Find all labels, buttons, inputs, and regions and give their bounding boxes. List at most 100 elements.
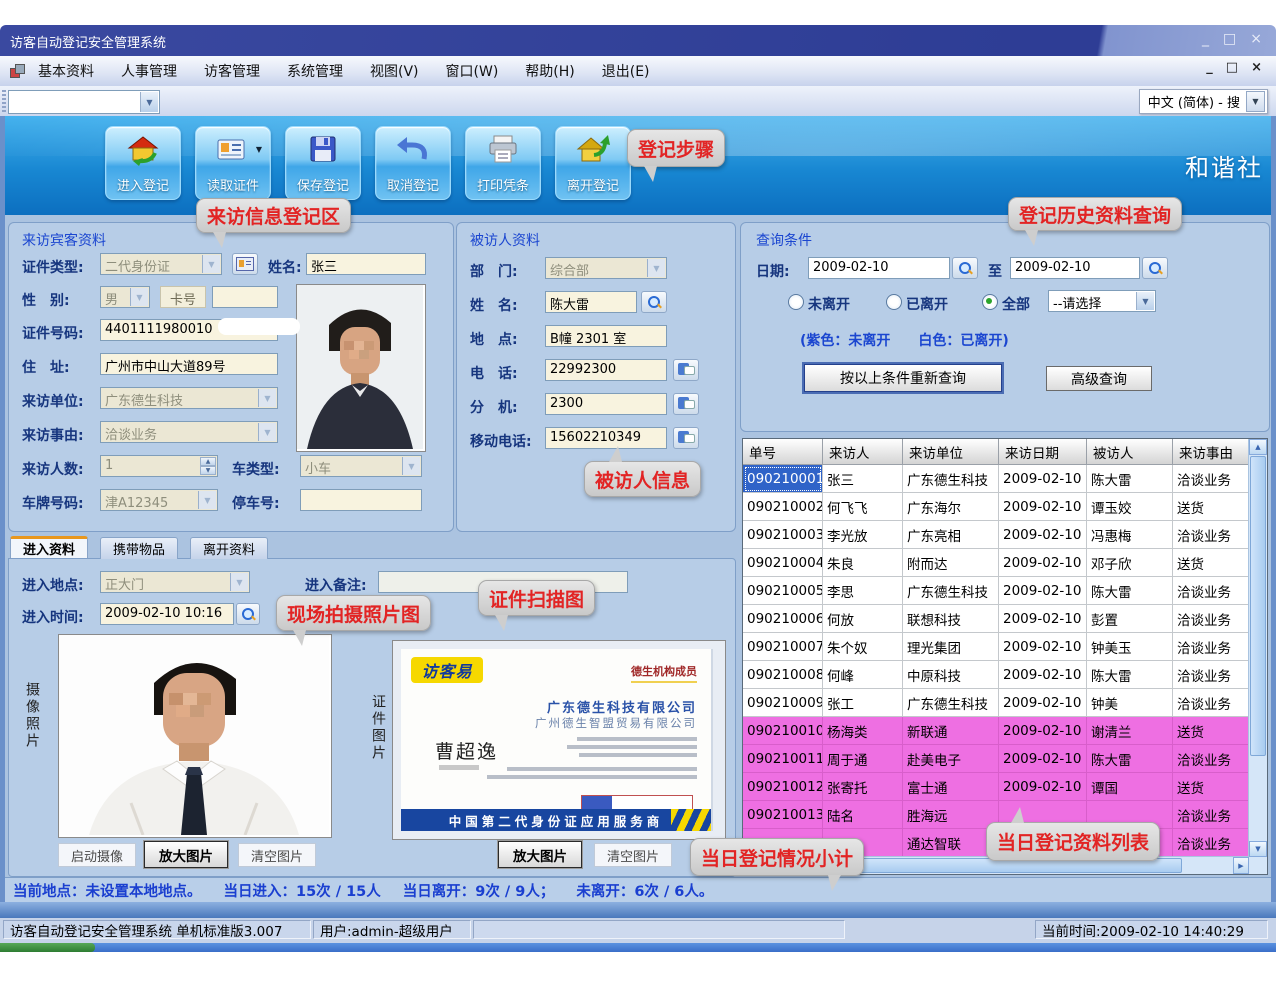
table-cell[interactable]: 2009-02-10 [999, 521, 1087, 549]
menu-item[interactable]: 访客管理 [204, 61, 260, 81]
scroll-down-icon[interactable]: ▼ [1249, 841, 1267, 857]
chevron-down-icon[interactable]: ▼ [647, 259, 665, 277]
table-cell[interactable]: 2009-02-10 [999, 773, 1087, 801]
table-cell[interactable]: 送货 [1173, 773, 1251, 801]
vehicle-type-select[interactable]: 小车▼ [300, 455, 422, 477]
chevron-down-icon[interactable]: ▼ [258, 423, 276, 441]
table-cell[interactable]: 钟美玉 [1087, 633, 1173, 661]
table-cell[interactable]: 广东德生科技 [903, 577, 999, 605]
table-cell[interactable]: 广东德生科技 [903, 465, 999, 493]
table-cell[interactable]: 胜海远 [903, 801, 999, 829]
read-card-button[interactable]: ▼ 读取证件 [195, 126, 271, 200]
table-row[interactable]: 090210002何飞飞广东海尔2009-02-10谭玉姣送货 [743, 493, 1267, 521]
call-phone-button[interactable] [673, 359, 699, 381]
chevron-down-icon[interactable]: ▼ [230, 573, 248, 591]
card-no-input[interactable] [212, 286, 278, 308]
requery-button[interactable]: 按以上条件重新查询 [804, 364, 1002, 392]
spin-down-icon[interactable]: ▼ [200, 466, 216, 475]
entry-time-input[interactable]: 2009-02-10 10:16 [100, 603, 234, 625]
interviewee-name-input[interactable]: 陈大雷 [545, 291, 637, 313]
table-row[interactable]: 090210012张寄托富士通2009-02-10谭国送货 [743, 773, 1267, 801]
table-cell[interactable]: 谭玉姣 [1087, 493, 1173, 521]
cancel-register-button[interactable]: 取消登记 [375, 126, 451, 200]
call-mobile-button[interactable] [673, 427, 699, 449]
table-cell[interactable]: 陈大雷 [1087, 465, 1173, 493]
menu-item[interactable]: 视图(V) [370, 61, 419, 81]
chevron-down-icon[interactable]: ▼ [140, 92, 158, 112]
table-cell[interactable]: 090210008 [743, 661, 823, 689]
table-cell[interactable]: 洽谈业务 [1173, 689, 1251, 717]
radio-left[interactable] [886, 294, 902, 310]
menu-item[interactable]: 系统管理 [287, 61, 343, 81]
table-cell[interactable]: 理光集团 [903, 633, 999, 661]
table-header-cell[interactable]: 来访日期 [999, 439, 1087, 465]
table-cell[interactable]: 2009-02-10 [999, 661, 1087, 689]
start-camera-button[interactable]: 启动摄像 [58, 843, 136, 867]
table-cell[interactable]: 洽谈业务 [1173, 661, 1251, 689]
advanced-query-button[interactable]: 高级查询 [1046, 366, 1152, 391]
table-cell[interactable]: 洽谈业务 [1173, 801, 1251, 829]
table-cell[interactable]: 钟美 [1087, 689, 1173, 717]
table-row[interactable]: 090210009张工广东德生科技2009-02-10钟美洽谈业务 [743, 689, 1267, 717]
vertical-scroll-thumb[interactable] [1250, 456, 1266, 756]
table-cell[interactable]: 送货 [1173, 717, 1251, 745]
table-cell[interactable]: 张寄托 [823, 773, 903, 801]
table-cell[interactable]: 090210004 [743, 549, 823, 577]
restore-icon[interactable]: □ [1223, 30, 1236, 48]
start-button-stub[interactable] [0, 943, 95, 952]
table-cell[interactable]: 2009-02-10 [999, 633, 1087, 661]
table-cell[interactable]: 090210002 [743, 493, 823, 521]
count-spinner[interactable]: 1 ▲▼ [100, 455, 218, 477]
table-cell[interactable]: 广东德生科技 [903, 689, 999, 717]
tab-entry-info[interactable]: 进入资料 [10, 536, 88, 558]
table-cell[interactable]: 2009-02-10 [999, 493, 1087, 521]
chevron-down-icon[interactable]: ▼ [1246, 91, 1265, 112]
table-cell[interactable]: 090210005 [743, 577, 823, 605]
table-header-cell[interactable]: 被访人 [1087, 439, 1173, 465]
date-from-picker-button[interactable] [952, 257, 978, 279]
mdi-close-icon[interactable]: × [1251, 60, 1262, 75]
menu-item[interactable]: 人事管理 [121, 61, 177, 81]
query-filter-select[interactable]: --请选择▼ [1048, 290, 1156, 312]
date-from-input[interactable]: 2009-02-10 [808, 257, 950, 279]
table-cell[interactable]: 090210001 [743, 465, 823, 493]
spin-up-icon[interactable]: ▲ [200, 457, 216, 466]
table-cell[interactable]: 富士通 [903, 773, 999, 801]
scroll-up-icon[interactable]: ▲ [1249, 439, 1267, 455]
company-select[interactable]: 广东德生科技▼ [100, 387, 278, 409]
enter-register-button[interactable]: 进入登记 [105, 126, 181, 200]
table-cell[interactable]: 洽谈业务 [1173, 577, 1251, 605]
table-cell[interactable]: 2009-02-10 [999, 717, 1087, 745]
table-cell[interactable]: 2009-02-10 [999, 549, 1087, 577]
table-cell[interactable]: 赴美电子 [903, 745, 999, 773]
date-to-input[interactable]: 2009-02-10 [1010, 257, 1140, 279]
table-cell[interactable]: 谢清兰 [1087, 717, 1173, 745]
chevron-down-icon[interactable]: ▼ [402, 457, 420, 475]
leave-register-button[interactable]: 离开登记 [555, 126, 631, 200]
reason-select[interactable]: 洽谈业务▼ [100, 421, 278, 443]
table-cell[interactable]: 洽谈业务 [1173, 829, 1251, 857]
table-cell[interactable]: 陈大雷 [1087, 661, 1173, 689]
plate-select[interactable]: 津A12345▼ [100, 489, 218, 511]
table-row[interactable]: 090210008何峰中原科技2009-02-10陈大雷洽谈业务 [743, 661, 1267, 689]
table-cell[interactable]: 2009-02-10 [999, 689, 1087, 717]
table-cell[interactable]: 2009-02-10 [999, 465, 1087, 493]
ext-input[interactable]: 2300 [545, 393, 667, 415]
mobile-input[interactable]: 15602210349 [545, 427, 667, 449]
toolbar-grip[interactable] [2, 90, 6, 112]
table-cell[interactable]: 中原科技 [903, 661, 999, 689]
table-cell[interactable]: 朱个奴 [823, 633, 903, 661]
table-cell[interactable]: 090210012 [743, 773, 823, 801]
table-header-cell[interactable]: 来访事由 [1173, 439, 1251, 465]
clear-card-image-button[interactable]: 清空图片 [594, 843, 672, 867]
table-cell[interactable]: 李思 [823, 577, 903, 605]
chevron-down-icon[interactable]: ▼ [1136, 292, 1154, 310]
clear-camera-photo-button[interactable]: 清空图片 [238, 843, 316, 867]
radio-all[interactable] [982, 294, 998, 310]
chevron-down-icon[interactable]: ▼ [258, 389, 276, 407]
table-cell[interactable]: 送货 [1173, 493, 1251, 521]
table-cell[interactable]: 谭国 [1087, 773, 1173, 801]
chevron-down-icon[interactable]: ▼ [130, 288, 148, 306]
menu-item[interactable]: 退出(E) [602, 61, 650, 81]
table-cell[interactable]: 李光放 [823, 521, 903, 549]
